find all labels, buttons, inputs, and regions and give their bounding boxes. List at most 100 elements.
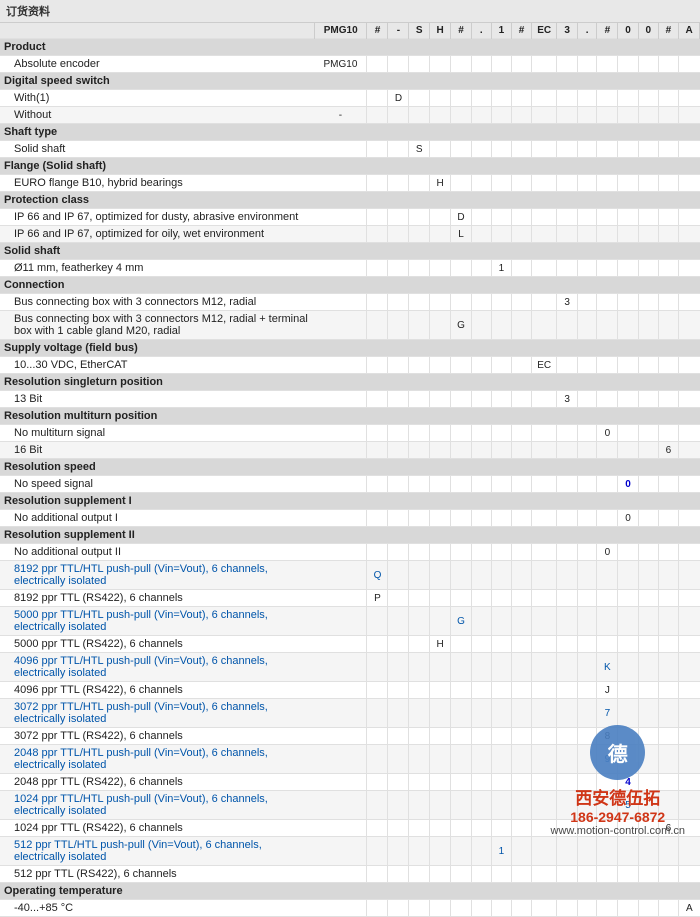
table-row: Without- <box>0 107 700 124</box>
code-col-12 <box>597 209 618 226</box>
code-col-12 <box>597 311 618 340</box>
code-col-10 <box>557 544 578 561</box>
code-col-4 <box>430 357 451 374</box>
code-col-6 <box>472 820 492 837</box>
code-col-3 <box>409 442 430 459</box>
code-col-4 <box>430 311 451 340</box>
header-hash3: # <box>512 23 532 39</box>
table-row: 13 Bit3 <box>0 391 700 408</box>
row-label: No multiturn signal <box>0 425 314 442</box>
code-col-14 <box>638 141 658 158</box>
code-col-4 <box>430 391 451 408</box>
code-col-2 <box>388 682 409 699</box>
code-col-15 <box>658 294 679 311</box>
code-col-5 <box>451 56 472 73</box>
code-col-14 <box>638 311 658 340</box>
code-col-11 <box>577 357 597 374</box>
section-header-row: Resolution speed <box>0 459 700 476</box>
code-col-1 <box>367 260 388 277</box>
row-label: 13 Bit <box>0 391 314 408</box>
code-col-5 <box>451 820 472 837</box>
code-col-10 <box>557 425 578 442</box>
section-header-row: Resolution supplement I <box>0 493 700 510</box>
code-col-6 <box>472 260 492 277</box>
code-col-5: D <box>451 209 472 226</box>
row-value <box>314 425 367 442</box>
row-value <box>314 774 367 791</box>
code-col-13 <box>618 636 639 653</box>
code-col-10 <box>557 311 578 340</box>
code-col-13 <box>618 209 639 226</box>
code-col-7 <box>491 510 512 527</box>
code-col-5 <box>451 837 472 866</box>
code-col-1 <box>367 442 388 459</box>
code-col-7 <box>491 357 512 374</box>
code-col-11 <box>577 837 597 866</box>
table-row: No multiturn signal0 <box>0 425 700 442</box>
code-col-12 <box>597 607 618 636</box>
code-col-5 <box>451 425 472 442</box>
watermark-phone: 186-2947-6872 <box>551 809 686 825</box>
code-col-5 <box>451 357 472 374</box>
row-label: 4096 ppr TTL/HTL push-pull (Vin=Vout), 6… <box>0 653 314 682</box>
code-col-2 <box>388 866 409 883</box>
row-value <box>314 544 367 561</box>
code-col-3 <box>409 56 430 73</box>
code-col-12 <box>597 900 618 917</box>
code-col-16: A <box>679 900 700 917</box>
code-col-1 <box>367 311 388 340</box>
code-col-10 <box>557 866 578 883</box>
section-label: Product <box>0 39 700 56</box>
code-col-14 <box>638 357 658 374</box>
code-col-7 <box>491 226 512 243</box>
code-col-8 <box>512 866 532 883</box>
code-col-2 <box>388 636 409 653</box>
code-col-11 <box>577 175 597 192</box>
code-col-9 <box>531 682 556 699</box>
code-col-8 <box>512 311 532 340</box>
code-col-16 <box>679 175 700 192</box>
code-col-1 <box>367 837 388 866</box>
code-col-2 <box>388 141 409 158</box>
code-col-7 <box>491 391 512 408</box>
code-col-2 <box>388 745 409 774</box>
code-col-5 <box>451 260 472 277</box>
code-col-1 <box>367 607 388 636</box>
code-col-10 <box>557 653 578 682</box>
code-col-3 <box>409 476 430 493</box>
code-col-13 <box>618 590 639 607</box>
code-col-5 <box>451 866 472 883</box>
code-col-3: S <box>409 141 430 158</box>
code-col-6 <box>472 476 492 493</box>
code-col-16 <box>679 653 700 682</box>
row-label: 8192 ppr TTL (RS422), 6 channels <box>0 590 314 607</box>
row-label: 16 Bit <box>0 442 314 459</box>
header-0b: 0 <box>638 23 658 39</box>
code-col-8 <box>512 510 532 527</box>
code-col-9 <box>531 90 556 107</box>
section-header-row: Protection class <box>0 192 700 209</box>
code-col-16 <box>679 294 700 311</box>
code-col-4 <box>430 820 451 837</box>
header-label-col <box>0 23 314 39</box>
code-col-14 <box>638 544 658 561</box>
code-col-4 <box>430 837 451 866</box>
code-col-16 <box>679 209 700 226</box>
code-col-6 <box>472 561 492 590</box>
row-value <box>314 728 367 745</box>
table-row: -40...+85 °CA <box>0 900 700 917</box>
code-col-13 <box>618 90 639 107</box>
code-col-9: EC <box>531 357 556 374</box>
code-col-8 <box>512 226 532 243</box>
code-col-8 <box>512 476 532 493</box>
code-col-7 <box>491 866 512 883</box>
code-col-11 <box>577 699 597 728</box>
code-col-3 <box>409 653 430 682</box>
code-col-1 <box>367 141 388 158</box>
code-col-1 <box>367 544 388 561</box>
code-col-3 <box>409 590 430 607</box>
code-col-3 <box>409 607 430 636</box>
code-col-15 <box>658 900 679 917</box>
section-label: Resolution singleturn position <box>0 374 700 391</box>
code-col-10 <box>557 357 578 374</box>
